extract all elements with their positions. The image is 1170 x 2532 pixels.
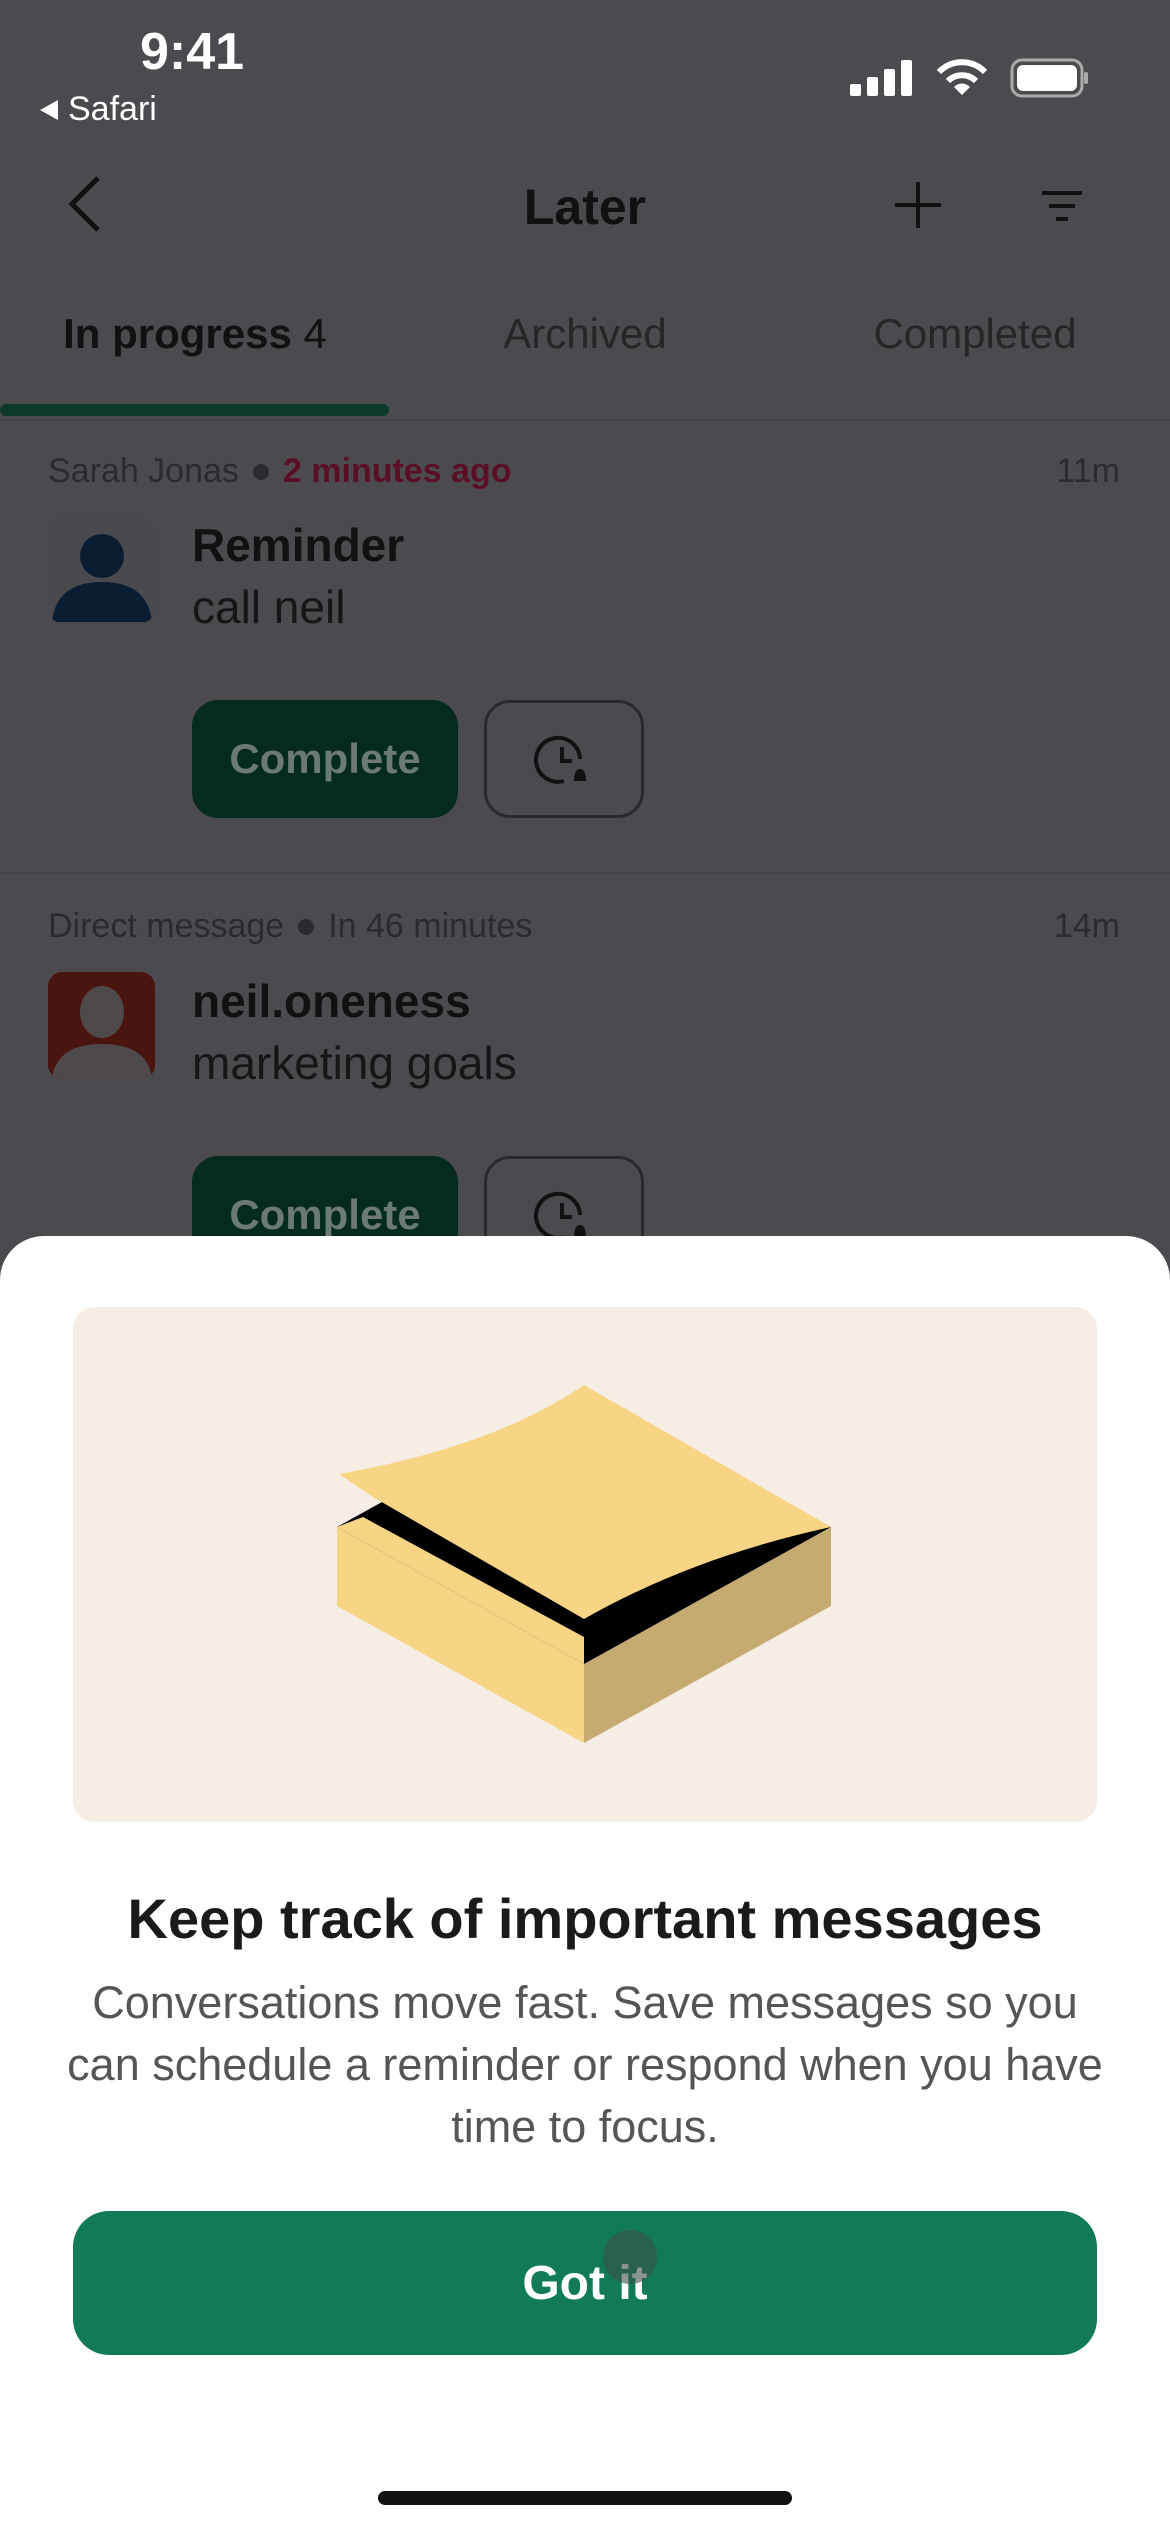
sticky-note-box-icon <box>337 1385 831 1743</box>
item-age: 14m <box>1053 907 1120 945</box>
page-title: Later <box>523 179 647 235</box>
plus-icon[interactable] <box>893 180 943 230</box>
person-icon <box>52 534 152 622</box>
item-title: neil.oneness <box>192 975 471 1027</box>
back-to-safari[interactable]: Safari <box>38 90 157 129</box>
signal-icon <box>850 60 912 96</box>
item-due: In 46 minutes <box>328 907 533 945</box>
active-tab-indicator <box>0 404 389 416</box>
back-app-label: Safari <box>68 90 157 128</box>
item-age: 11m <box>1056 452 1120 490</box>
separator-dot <box>252 463 269 480</box>
avatar <box>48 516 155 623</box>
tab-in-progress[interactable]: In progress 4 <box>0 310 390 358</box>
complete-button[interactable]: Complete <box>192 700 458 818</box>
divider <box>0 872 1170 874</box>
sheet-description: Conversations move fast. Save messages s… <box>67 1977 1103 2152</box>
touch-indicator <box>603 2230 657 2284</box>
tab-archived[interactable]: Archived <box>390 310 780 358</box>
item-source: Direct message <box>48 907 285 945</box>
divider <box>0 419 1170 421</box>
person-icon <box>52 986 152 1079</box>
home-indicator[interactable] <box>378 2491 792 2505</box>
got-it-button[interactable]: Got it <box>73 2211 1097 2355</box>
back-triangle-icon <box>40 99 58 120</box>
tab-completed[interactable]: Completed <box>780 310 1170 358</box>
sheet-heading: Keep track of important messages <box>127 1887 1043 1950</box>
item-meta: Direct message In 46 minutes <box>48 907 532 946</box>
battery-icon <box>1010 58 1088 98</box>
item-source: Sarah Jonas <box>48 452 239 490</box>
status-time: 9:41 <box>140 23 245 81</box>
item-body: call neil <box>192 581 346 633</box>
remind-button[interactable] <box>484 700 644 818</box>
illustration <box>73 1307 1097 1822</box>
avatar <box>48 972 155 1079</box>
status-icons <box>850 58 1090 98</box>
separator-dot <box>298 918 315 935</box>
item-meta: Sarah Jonas 2 minutes ago <box>48 452 512 491</box>
clock-bell-icon <box>534 735 586 784</box>
tab-bar: In progress 4 Archived Completed <box>0 310 1170 358</box>
item-body: marketing goals <box>192 1037 517 1089</box>
item-title: Reminder <box>192 519 405 571</box>
item-due: 2 minutes ago <box>282 452 512 490</box>
filter-icon[interactable] <box>1040 190 1084 224</box>
tab-count: 4 <box>303 310 327 357</box>
tab-label: In progress <box>63 310 292 357</box>
wifi-icon <box>936 59 988 95</box>
